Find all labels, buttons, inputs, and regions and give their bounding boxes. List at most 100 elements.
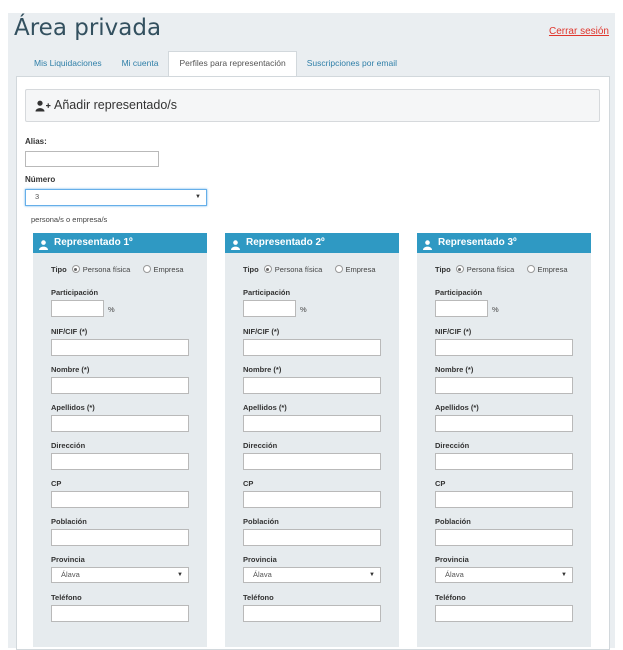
- participacion-label: Participación: [243, 288, 291, 297]
- participacion-input[interactable]: [243, 300, 296, 317]
- radio-label-persona-fisica: Persona física: [82, 265, 131, 274]
- cp-label: CP: [243, 479, 254, 488]
- radio-empresa[interactable]: [142, 265, 151, 273]
- card-title-3: Representado 3º: [438, 237, 517, 248]
- radio-empresa[interactable]: [526, 265, 535, 273]
- poblacion-label: Población: [435, 517, 471, 526]
- tab-suscripciones-email[interactable]: Suscripciones por email: [297, 51, 407, 76]
- participacion-label: Participación: [435, 288, 483, 297]
- nombre-input[interactable]: [243, 377, 381, 394]
- tab-mi-cuenta[interactable]: Mi cuenta: [112, 51, 169, 76]
- nombre-label: Nombre (*): [435, 365, 474, 374]
- provincia-value: Álava: [253, 570, 272, 579]
- representado-card-2: Representado 2º Tipo Persona física Empr…: [225, 233, 399, 647]
- number-label: Número: [25, 175, 56, 184]
- nif-input[interactable]: [435, 339, 573, 356]
- representado-card-1: Representado 1º Tipo Persona física Empr…: [33, 233, 207, 647]
- radio-empresa[interactable]: [334, 265, 343, 273]
- telefono-label: Teléfono: [51, 593, 82, 602]
- direccion-label: Dirección: [51, 441, 86, 450]
- poblacion-input[interactable]: [435, 529, 573, 546]
- section-title: Añadir representado/s: [54, 98, 177, 112]
- apellidos-input[interactable]: [435, 415, 573, 432]
- direccion-input[interactable]: [243, 453, 381, 470]
- direccion-input[interactable]: [435, 453, 573, 470]
- tab-mis-liquidaciones[interactable]: Mis Liquidaciones: [24, 51, 112, 76]
- direccion-label: Dirección: [243, 441, 278, 450]
- poblacion-label: Población: [51, 517, 87, 526]
- card-title-1: Representado 1º: [54, 237, 133, 248]
- radio-persona-fisica[interactable]: [71, 265, 80, 273]
- number-select[interactable]: 3 ▼: [25, 189, 207, 206]
- alias-input[interactable]: [25, 151, 159, 167]
- direccion-input[interactable]: [51, 453, 189, 470]
- tab-perfiles-representacion[interactable]: Perfiles para representación: [168, 51, 297, 76]
- telefono-input[interactable]: [435, 605, 573, 622]
- participacion-input[interactable]: [435, 300, 488, 317]
- percent-unit: %: [300, 305, 307, 314]
- number-select-value: 3: [35, 192, 40, 201]
- radio-persona-fisica[interactable]: [455, 265, 464, 273]
- poblacion-input[interactable]: [51, 529, 189, 546]
- tipo-group-3: Tipo Persona física Empresa: [435, 265, 568, 274]
- card-header-1: Representado 1º: [33, 233, 207, 253]
- alias-label: Alias:: [25, 137, 47, 146]
- add-user-icon: [35, 99, 51, 117]
- nif-label: NIF/CIF (*): [51, 327, 88, 336]
- provincia-select[interactable]: Álava ▼: [435, 567, 573, 583]
- nombre-label: Nombre (*): [243, 365, 282, 374]
- apellidos-input[interactable]: [51, 415, 189, 432]
- card-header-3: Representado 3º: [417, 233, 591, 253]
- page-title: Área privada: [14, 15, 162, 41]
- cp-input[interactable]: [51, 491, 189, 508]
- participacion-input[interactable]: [51, 300, 104, 317]
- user-icon: [39, 238, 48, 258]
- cp-input[interactable]: [243, 491, 381, 508]
- add-representado-header: Añadir representado/s: [25, 89, 600, 122]
- radio-label-empresa: Empresa: [345, 265, 376, 274]
- nif-input[interactable]: [51, 339, 189, 356]
- provincia-label: Provincia: [243, 555, 277, 564]
- provincia-label: Provincia: [435, 555, 469, 564]
- nombre-input[interactable]: [51, 377, 189, 394]
- apellidos-input[interactable]: [243, 415, 381, 432]
- provincia-select[interactable]: Álava ▼: [51, 567, 189, 583]
- radio-label-persona-fisica: Persona física: [466, 265, 515, 274]
- user-icon: [423, 238, 432, 258]
- telefono-input[interactable]: [51, 605, 189, 622]
- provincia-label: Provincia: [51, 555, 85, 564]
- chevron-down-icon: ▼: [561, 572, 567, 578]
- tipo-label: Tipo: [51, 265, 67, 274]
- radio-persona-fisica[interactable]: [263, 265, 272, 273]
- apellidos-label: Apellidos (*): [435, 403, 479, 412]
- apellidos-label: Apellidos (*): [51, 403, 95, 412]
- telefono-input[interactable]: [243, 605, 381, 622]
- user-icon: [231, 238, 240, 258]
- cp-input[interactable]: [435, 491, 573, 508]
- apellidos-label: Apellidos (*): [243, 403, 287, 412]
- nif-label: NIF/CIF (*): [435, 327, 472, 336]
- provincia-select[interactable]: Álava ▼: [243, 567, 381, 583]
- nombre-label: Nombre (*): [51, 365, 90, 374]
- percent-unit: %: [492, 305, 499, 314]
- tipo-label: Tipo: [243, 265, 259, 274]
- radio-label-persona-fisica: Persona física: [274, 265, 323, 274]
- participacion-label: Participación: [51, 288, 99, 297]
- nombre-input[interactable]: [435, 377, 573, 394]
- logout-link[interactable]: Cerrar sesión: [549, 26, 609, 37]
- direccion-label: Dirección: [435, 441, 470, 450]
- tab-bar: Mis Liquidaciones Mi cuenta Perfiles par…: [24, 51, 407, 76]
- percent-unit: %: [108, 305, 115, 314]
- tipo-group-1: Tipo Persona física Empresa: [51, 265, 184, 274]
- number-hint: persona/s o empresa/s: [31, 215, 108, 224]
- cp-label: CP: [435, 479, 446, 488]
- card-title-2: Representado 2º: [246, 237, 325, 248]
- tipo-group-2: Tipo Persona física Empresa: [243, 265, 376, 274]
- radio-label-empresa: Empresa: [153, 265, 184, 274]
- chevron-down-icon: ▼: [369, 572, 375, 578]
- poblacion-input[interactable]: [243, 529, 381, 546]
- telefono-label: Teléfono: [243, 593, 274, 602]
- poblacion-label: Población: [243, 517, 279, 526]
- nif-input[interactable]: [243, 339, 381, 356]
- chevron-down-icon: ▼: [195, 194, 201, 200]
